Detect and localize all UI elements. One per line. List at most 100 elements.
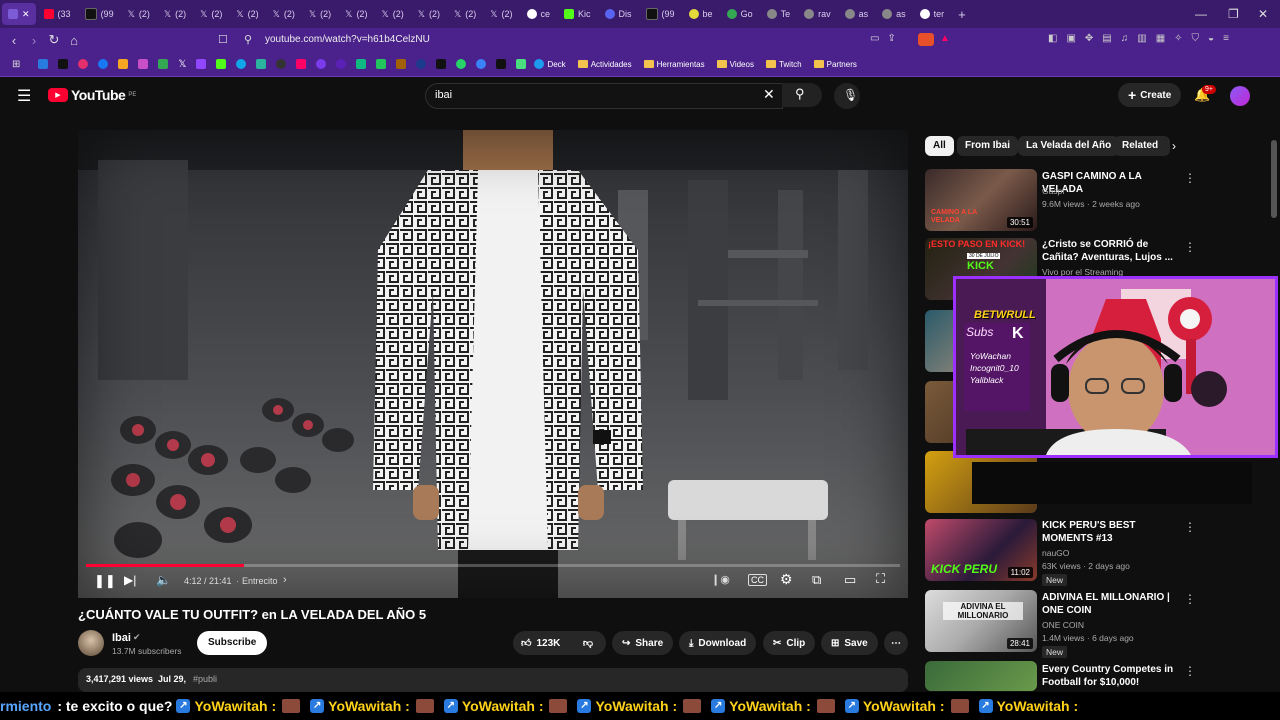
twitch-icon[interactable] [196, 59, 207, 69]
rec-channel[interactable]: nauGO [1042, 548, 1069, 558]
bookmark-icon[interactable] [236, 59, 247, 69]
settings-gear-icon[interactable]: ⚙ [780, 571, 793, 588]
more-actions-button[interactable]: ⋯ [884, 631, 908, 655]
chip-la-velada[interactable]: La Velada del Año [1018, 136, 1120, 156]
avatar[interactable] [1230, 86, 1250, 106]
bookmark-icon[interactable] [256, 59, 267, 69]
bookmark-icon[interactable] [396, 59, 407, 69]
youtube-logo[interactable]: ▶ YouTube PE [48, 87, 136, 103]
browser-tab[interactable]: Te [761, 3, 797, 25]
save-button[interactable]: ⊞ Save [821, 631, 878, 655]
browser-tab[interactable]: rav [798, 3, 837, 25]
extension-icon[interactable]: ◧ [1048, 33, 1066, 44]
browser-tab[interactable]: ce [521, 3, 557, 25]
browser-tab[interactable]: Dis [599, 3, 638, 25]
instagram-icon[interactable] [78, 59, 89, 69]
rec-channel[interactable]: Gaspi [1042, 186, 1064, 196]
bookmark-icon[interactable] [416, 59, 427, 69]
bookmark-icon[interactable] [336, 59, 347, 69]
browser-tab[interactable]: as [839, 3, 875, 25]
subscribe-button[interactable]: Subscribe [197, 631, 268, 655]
chip-all[interactable]: All [925, 136, 954, 156]
home-icon[interactable]: ⌂ [64, 33, 84, 48]
captions-icon[interactable]: CC [748, 574, 767, 586]
extension-icon[interactable]: ▤ [1102, 33, 1120, 44]
chip-from-ibai[interactable]: From Ibai [957, 136, 1019, 156]
rec-more-icon[interactable]: ⋮ [1184, 171, 1196, 185]
miniplayer-icon[interactable]: ⧉ [812, 572, 821, 588]
download-button[interactable]: ⤓ Download [679, 631, 757, 655]
browser-tab[interactable]: 𝕏 (2) [375, 3, 409, 25]
share-button[interactable]: ↪ Share [612, 631, 674, 655]
chapter-chevron-icon[interactable]: › [283, 574, 287, 586]
pause-icon[interactable]: ❚❚ [94, 573, 116, 589]
new-tab-button[interactable]: + [952, 3, 972, 25]
bookmark-icon[interactable] [316, 59, 327, 69]
bookmark-icon[interactable] [376, 59, 387, 69]
video-player[interactable]: ❚❚ ▶| 🔈 4:12 / 21:41 · Entrecito › ❙◉ CC… [78, 130, 908, 598]
browser-tab[interactable]: 𝕏 (2) [339, 3, 373, 25]
progress-bar[interactable] [86, 564, 900, 567]
channel-avatar[interactable] [78, 630, 104, 656]
forward-icon[interactable]: › [24, 33, 44, 48]
create-button[interactable]: + Create [1118, 83, 1182, 107]
x-icon[interactable]: 𝕏 [178, 59, 186, 70]
volume-icon[interactable]: 🔈 [156, 573, 171, 587]
puzzle-icon[interactable]: ✥ [1085, 33, 1102, 44]
kick-icon[interactable] [216, 59, 227, 69]
facebook-icon[interactable] [98, 59, 109, 69]
bookmark-folder-herramientas[interactable]: Herramientas [643, 60, 705, 69]
browser-tab[interactable]: as [876, 3, 912, 25]
profile-icon[interactable]: ◒ [1208, 33, 1223, 44]
share-icon[interactable]: ⇪ [887, 33, 903, 44]
fullscreen-icon[interactable]: ⛶ [876, 571, 885, 587]
rec-title[interactable]: KICK PERU'S BEST MOMENTS #13 [1042, 519, 1182, 545]
bookmark-folder-actividades[interactable]: Actividades [577, 60, 632, 69]
bookmark-folder-videos[interactable]: Videos [716, 60, 754, 69]
browser-tab[interactable]: (33 [38, 3, 77, 25]
rec-more-icon[interactable]: ⋮ [1184, 240, 1196, 254]
bookmark-deck[interactable]: Deck [534, 59, 566, 69]
bookmark-icon[interactable] [436, 59, 447, 69]
apps-grid-icon[interactable]: ⊞ [12, 59, 20, 70]
bookmark-icon[interactable] [38, 59, 49, 69]
cast-icon[interactable]: ▭ [870, 33, 887, 44]
bookmark-icon[interactable] [516, 59, 527, 69]
chip-related[interactable]: Related [1114, 136, 1170, 156]
bookmark-folder-partners[interactable]: Partners [813, 60, 857, 69]
browser-tab[interactable]: (99 [79, 3, 120, 25]
bookmark-icon[interactable] [276, 59, 287, 69]
rec-thumbnail[interactable]: CAMINO A LA VELADA 30:51 [925, 169, 1037, 231]
rec-more-icon[interactable]: ⋮ [1184, 520, 1196, 534]
vpn-icon[interactable]: ⛉ [1192, 33, 1209, 44]
rec-more-icon[interactable]: ⋮ [1184, 664, 1196, 678]
browser-tab[interactable]: 𝕏 (2) [158, 3, 192, 25]
reload-icon[interactable]: ↻ [44, 32, 64, 48]
brave-rewards-icon[interactable]: ▲ [940, 33, 950, 44]
bookmark-icon[interactable] [138, 59, 149, 69]
chapter-label[interactable]: Entrecito [242, 576, 278, 586]
rec-title[interactable]: ¿Cristo se CORRIÓ de Cañita? Aventuras, … [1042, 238, 1178, 264]
rec-more-icon[interactable]: ⋮ [1184, 592, 1196, 606]
sidebar-icon[interactable]: ▥ [1137, 33, 1155, 44]
rec-thumbnail[interactable]: ADIVINA EL MILLONARIO 28:41 [925, 590, 1037, 652]
menu-icon[interactable]: ≡ [1223, 33, 1238, 44]
browser-tab[interactable]: 𝕏 (2) [194, 3, 228, 25]
search-input[interactable]: ibai [435, 89, 452, 101]
site-info-icon[interactable]: ⚲ [244, 33, 252, 46]
rec-thumbnail[interactable] [925, 661, 1037, 691]
browser-tab[interactable]: 𝕏 (2) [303, 3, 337, 25]
back-icon[interactable]: ‹ [4, 33, 24, 48]
browser-tab[interactable]: 𝕏 (2) [122, 3, 156, 25]
browser-tab[interactable]: 𝕏 (2) [412, 3, 446, 25]
maximize-icon[interactable]: ❐ [1228, 0, 1239, 28]
browser-tab[interactable]: Go [721, 3, 759, 25]
minimize-icon[interactable]: — [1195, 0, 1207, 28]
clip-button[interactable]: ✂ Clip [763, 631, 816, 655]
search-box[interactable] [425, 83, 783, 109]
browser-tab[interactable]: (99 [640, 3, 681, 25]
wallet-icon[interactable]: ▦ [1156, 33, 1174, 44]
bookmark-folder-twitch[interactable]: Twitch [765, 60, 802, 69]
browser-tab[interactable]: 𝕏 (2) [448, 3, 482, 25]
next-video-icon[interactable]: ▶| [124, 573, 136, 587]
